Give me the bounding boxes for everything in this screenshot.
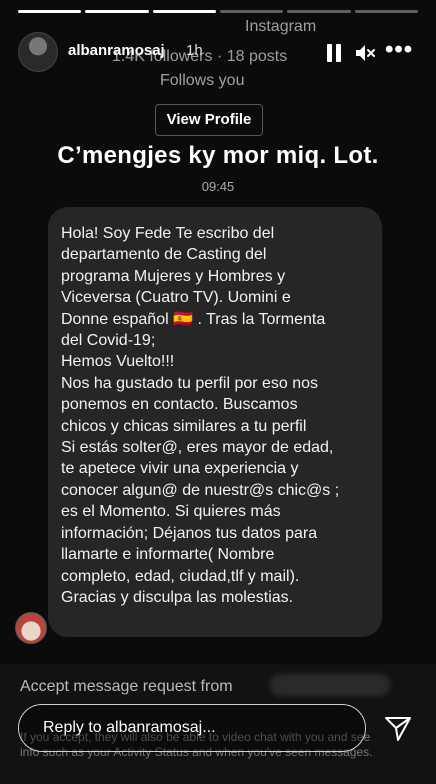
avatar[interactable] <box>18 32 58 72</box>
pause-icon[interactable] <box>326 44 342 62</box>
more-icon[interactable]: ••• <box>385 38 413 62</box>
story-time: 1h <box>186 42 203 59</box>
mute-icon[interactable] <box>354 42 376 64</box>
message-bubble: Hola! Soy Fede Te escribo del departamen… <box>48 207 382 637</box>
progress-segment <box>354 10 418 13</box>
view-profile-button[interactable]: View Profile <box>155 104 263 136</box>
reply-placeholder: Reply to albanramosaj... <box>43 719 216 736</box>
progress-segment <box>152 10 216 13</box>
send-icon[interactable] <box>383 713 413 743</box>
blurred-name <box>270 674 390 696</box>
sender-avatar <box>15 612 47 644</box>
progress-segment <box>287 10 351 13</box>
progress-segment <box>85 10 149 13</box>
story-progress <box>18 10 418 13</box>
story-username[interactable]: albanramosaj <box>68 42 165 59</box>
reply-input[interactable]: Reply to albanramosaj... <box>18 704 366 752</box>
progress-segment <box>18 10 82 13</box>
accept-request-text: Accept message request from <box>20 678 233 695</box>
story-text-overlay: C’mengjes ky mor miq. Lot. <box>57 142 379 169</box>
progress-segment <box>219 10 284 13</box>
message-text: Hola! Soy Fede Te escribo del departamen… <box>61 225 340 606</box>
message-timestamp: 09:45 <box>201 179 235 194</box>
